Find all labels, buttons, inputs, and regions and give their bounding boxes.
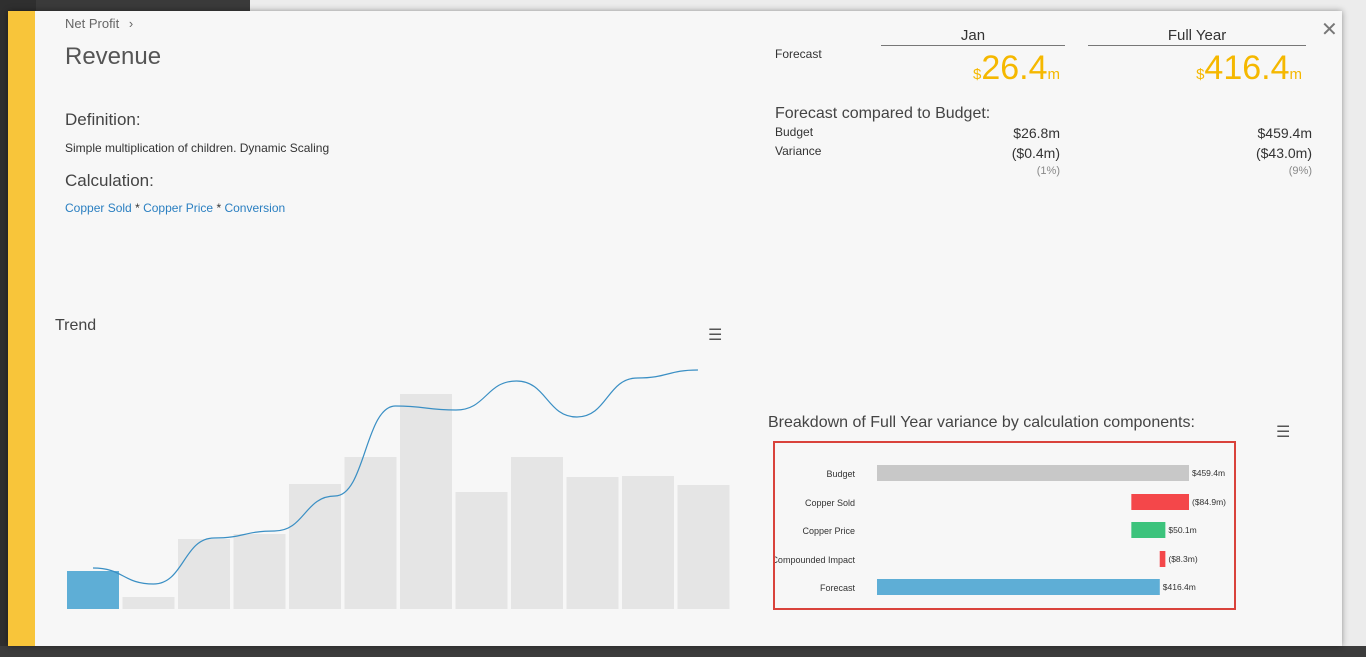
- trend-bar: [566, 477, 619, 609]
- breakdown-bar: [877, 579, 1160, 595]
- trend-bar: [344, 457, 397, 609]
- breakdown-value-label: $459.4m: [1192, 468, 1225, 478]
- variance-pct-full-year: (9%): [1288, 165, 1312, 177]
- breakdown-category-label: Forecast: [820, 583, 856, 593]
- breakdown-title: Breakdown of Full Year variance by calcu…: [768, 414, 1195, 431]
- breakdown-category-label: Budget: [826, 469, 855, 479]
- trend-bar: [511, 457, 563, 609]
- trend-bar: [233, 534, 286, 609]
- breakdown-chart: Budget $459.4m Copper Sold ($84.9m) Copper P…: [775, 465, 1226, 595]
- breakdown-chart-frame: Budget $459.4m Copper Sold ($84.9m) Copper P…: [773, 441, 1236, 610]
- value-number: 26.4: [981, 49, 1048, 87]
- trend-chart: [67, 369, 730, 609]
- compare-title: Forecast compared to Budget:: [775, 105, 991, 122]
- column-header-full-year: Full Year: [1088, 27, 1306, 46]
- trend-bar: [400, 394, 452, 609]
- variance-label: Variance: [775, 144, 822, 158]
- trend-bar: [67, 571, 119, 609]
- column-header-jan: Jan: [881, 27, 1065, 46]
- trend-bar: [178, 539, 230, 609]
- unit-suffix: m: [1047, 66, 1061, 83]
- breakdown-bar: [1131, 522, 1166, 538]
- breakdown-category-label: Copper Sold: [805, 498, 855, 508]
- forecast-full-year-value: $416.4m: [1196, 49, 1302, 88]
- trend-bar: [455, 492, 508, 609]
- unit-suffix: m: [1289, 66, 1303, 83]
- trend-bar: [122, 597, 175, 609]
- breakdown-category-label: Copper Price: [802, 526, 855, 536]
- breakdown-bar: [877, 465, 1189, 481]
- breakdown-value-label: $50.1m: [1168, 525, 1196, 535]
- budget-jan: $26.8m: [1013, 125, 1060, 141]
- forecast-label: Forecast: [775, 47, 822, 61]
- variance-jan: ($0.4m): [1011, 145, 1060, 161]
- breakdown-bar: [1131, 494, 1189, 510]
- forecast-jan-value: $26.4m: [973, 49, 1060, 88]
- breakdown-bar: [1159, 551, 1166, 567]
- close-icon[interactable]: ✕: [1321, 17, 1338, 42]
- hamburger-menu-icon[interactable]: ☰: [1276, 422, 1290, 442]
- backdrop-bottom-bar: [0, 646, 1366, 657]
- trend-bar: [677, 485, 730, 609]
- breakdown-value-label: ($8.3m): [1168, 554, 1197, 564]
- breakdown-value-label: ($84.9m): [1192, 497, 1226, 507]
- value-number: 416.4: [1204, 49, 1290, 87]
- budget-full-year: $459.4m: [1257, 125, 1312, 141]
- variance-pct-jan: (1%): [1036, 165, 1060, 177]
- breakdown-category-label: Compounded Impact: [775, 555, 855, 565]
- revenue-detail-modal: ✕ Net Profit › Revenue Definition: Simpl…: [8, 11, 1342, 646]
- variance-full-year: ($43.0m): [1255, 145, 1312, 161]
- trend-bar: [622, 476, 674, 609]
- budget-label: Budget: [775, 125, 814, 139]
- breakdown-value-label: $416.4m: [1163, 582, 1196, 592]
